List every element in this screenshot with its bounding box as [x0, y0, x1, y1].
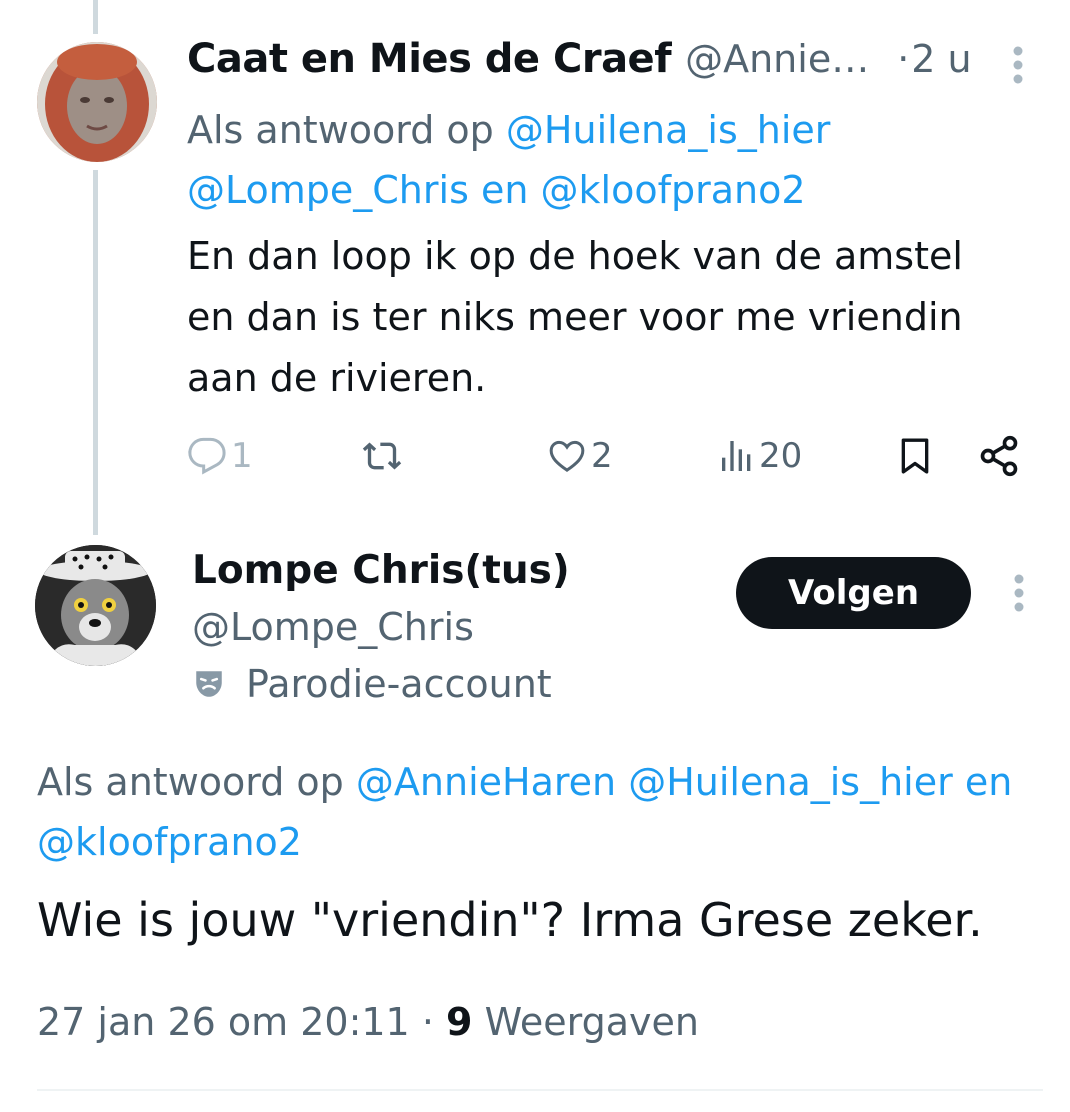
tweet-header: Caat en Mies de Craef @Annie… · 2 u: [187, 36, 972, 88]
reply-context: Als antwoord op @AnnieHaren @Huilena_is_…: [37, 752, 1067, 872]
display-name[interactable]: Caat en Mies de Craef: [187, 36, 672, 82]
separator-dot: ·: [421, 1000, 434, 1044]
mention-link[interactable]: @kloofprano2: [541, 168, 806, 212]
mention-link[interactable]: @kloofprano2: [37, 820, 302, 864]
separator-dot: ·: [897, 37, 910, 81]
tweet-text-line: aan de rivieren.: [187, 356, 487, 400]
more-vertical-icon: [1014, 574, 1024, 612]
bookmark-button[interactable]: [895, 426, 935, 486]
avatar[interactable]: [37, 42, 157, 162]
views-count: 9: [446, 1000, 473, 1044]
user-handle[interactable]: @Annie…: [685, 37, 869, 81]
retweet-icon: [362, 442, 402, 470]
follow-button[interactable]: Volgen: [736, 557, 971, 629]
tweet-timestamp[interactable]: 27 jan 26 om 20:11: [37, 1000, 410, 1044]
thread-line: [93, 0, 98, 34]
reply-count: 1: [231, 436, 253, 476]
views-count: 20: [759, 436, 803, 476]
like-button[interactable]: 2: [547, 426, 613, 486]
avatar[interactable]: [35, 545, 156, 666]
more-options-button[interactable]: [1006, 570, 1032, 616]
views-button[interactable]: 20: [717, 426, 802, 486]
parody-label: Parodie-account: [246, 662, 552, 706]
retweet-button[interactable]: [359, 426, 405, 486]
reply-icon: [188, 437, 226, 475]
mention-link[interactable]: @Lompe_Chris: [187, 168, 469, 212]
reply-button[interactable]: 1: [187, 426, 253, 486]
tweet-text-line: En dan loop ik op de hoek van de amstel: [187, 234, 963, 278]
more-options-button[interactable]: [1005, 42, 1031, 88]
reply-context: Als antwoord op @Huilena_is_hier @Lompe_…: [187, 100, 1037, 220]
share-button[interactable]: [977, 426, 1021, 486]
mention-link[interactable]: @AnnieHaren: [356, 760, 616, 804]
parody-badge: Parodie-account: [192, 662, 552, 706]
reply-prefix: Als antwoord op: [37, 760, 344, 804]
reply-prefix: Als antwoord op: [187, 108, 494, 152]
more-vertical-icon: [1013, 46, 1023, 84]
tweet-time[interactable]: 2 u: [911, 37, 971, 81]
tweet-text-line: en dan is ter niks meer voor me vriendin: [187, 295, 963, 339]
like-count: 2: [591, 436, 613, 476]
mention-link[interactable]: @Huilena_is_hier: [506, 108, 831, 152]
reply-and: en: [480, 168, 529, 212]
like-icon: [549, 440, 585, 472]
views-label: Weergaven: [484, 1000, 699, 1044]
divider: [37, 1089, 1043, 1091]
views-icon: [722, 441, 751, 471]
bookmark-icon: [901, 438, 929, 474]
user-handle[interactable]: @Lompe_Chris: [192, 605, 474, 649]
thread-line-lower: [93, 170, 98, 535]
parody-mask-icon: [196, 671, 222, 697]
share-icon: [980, 435, 1018, 477]
tweet-text: Wie is jouw "vriendin"? Irma Grese zeker…: [37, 893, 983, 947]
mention-link[interactable]: @Huilena_is_hier: [628, 760, 953, 804]
display-name[interactable]: Lompe Chris(tus): [192, 548, 570, 593]
action-bar: 1 2 20: [187, 426, 1037, 486]
tweet-text: En dan loop ik op de hoek van de amstel …: [187, 226, 1037, 409]
tweet-meta: 27 jan 26 om 20:11 · 9 Weergaven: [37, 1000, 699, 1044]
reply-and: en: [964, 760, 1013, 804]
